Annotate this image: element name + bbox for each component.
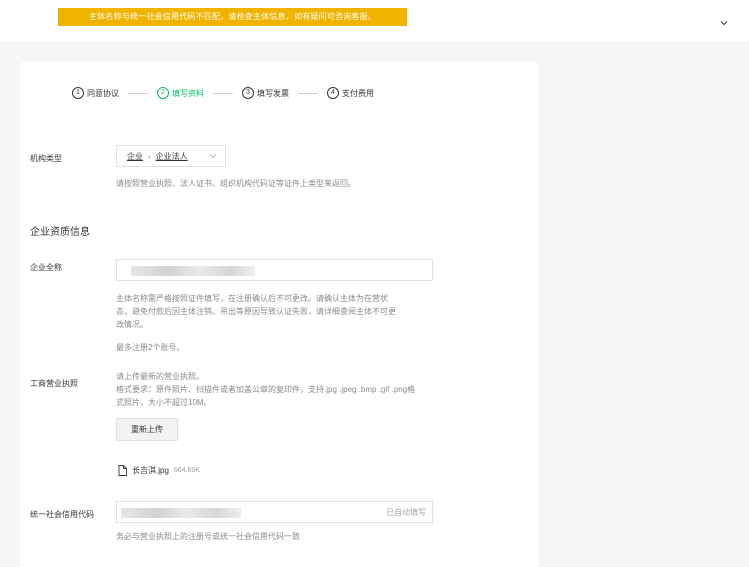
file-name: 长吉淇.jpg [132, 466, 169, 475]
license-label: 工商营业执照 [30, 379, 78, 388]
org-type-level1: 企业 [127, 151, 143, 161]
step-number: 3 [242, 87, 254, 99]
file-size: 664.69K [173, 467, 200, 474]
credit-code-input[interactable]: 已自动填写 [116, 501, 433, 523]
section-title: 企业资质信息 [30, 227, 90, 238]
org-type-hint: 请按照营业执照、法人证书、组织机构代码证等证件上类型来返回。 [116, 179, 356, 188]
step-divider [128, 92, 148, 94]
autofill-status: 已自动填写 [386, 508, 426, 517]
breadcrumb-separator-icon: › [148, 151, 151, 161]
hint-line: 改情况。 [116, 320, 148, 329]
redacted-value [121, 508, 241, 518]
hint-line: 态，避免付款后因主体注销、吊出等原因导致认证失败，请详细查阅主体不可更 [116, 307, 396, 316]
step-number: 4 [327, 87, 339, 99]
credit-code-hint: 务必与营业执照上的注册号或统一社会信用代码一致 [116, 532, 300, 541]
step-divider [298, 92, 318, 94]
step-invoice: 3 填写发票 [242, 87, 289, 99]
step-label: 同意协议 [87, 88, 119, 98]
step-divider [213, 92, 233, 94]
alert-banner: 主体名称与统一社会信用代码不匹配，请检查主体信息，如有疑问可咨询客服。 [58, 8, 407, 26]
uploaded-file[interactable]: 长吉淇.jpg 664.69K [118, 465, 200, 476]
redacted-value [131, 266, 255, 276]
file-icon [118, 465, 127, 476]
hint-line: 请上传最新的营业执照。 [116, 372, 204, 381]
org-type-label: 机构类型 [30, 154, 62, 163]
step-fill-info: 2 填写资料 [157, 87, 204, 99]
step-number: 2 [157, 87, 169, 99]
chevron-down-icon [209, 154, 217, 159]
org-type-select[interactable]: 企业 › 企业法人 [116, 145, 226, 167]
step-label: 支付费用 [342, 88, 374, 98]
step-agree: 1 同意协议 [72, 87, 119, 99]
company-name-label: 企业全称 [30, 263, 62, 272]
org-type-level2: 企业法人 [155, 151, 188, 161]
chevron-down-icon[interactable] [719, 18, 729, 28]
reupload-button[interactable]: 重新上传 [116, 418, 178, 441]
step-label: 填写发票 [257, 88, 289, 98]
step-payment: 4 支付费用 [327, 87, 374, 99]
step-number: 1 [72, 87, 84, 99]
license-hint: 请上传最新的营业执照。 格式要求：原件照片、扫描件或者加盖公章的复印件，支持.j… [116, 370, 415, 409]
account-limit-hint: 最多注册2个账号。 [116, 343, 185, 352]
company-name-hint: 主体名称需严格按照证件填写，在注册确认后不可更改。请确认主体为在营状 态，避免付… [116, 292, 396, 331]
hint-line: 式照片，大小不超过10M。 [116, 398, 212, 407]
company-name-input[interactable] [116, 259, 433, 281]
credit-code-label: 统一社会信用代码 [30, 510, 94, 519]
step-indicator: 1 同意协议 2 填写资料 3 填写发票 4 支付费用 [72, 86, 374, 100]
step-label: 填写资料 [172, 88, 204, 98]
hint-line: 主体名称需严格按照证件填写，在注册确认后不可更改。请确认主体为在营状 [116, 294, 388, 303]
hint-line: 格式要求：原件照片、扫描件或者加盖公章的复印件，支持.jpg .jpeg .bm… [116, 385, 416, 394]
